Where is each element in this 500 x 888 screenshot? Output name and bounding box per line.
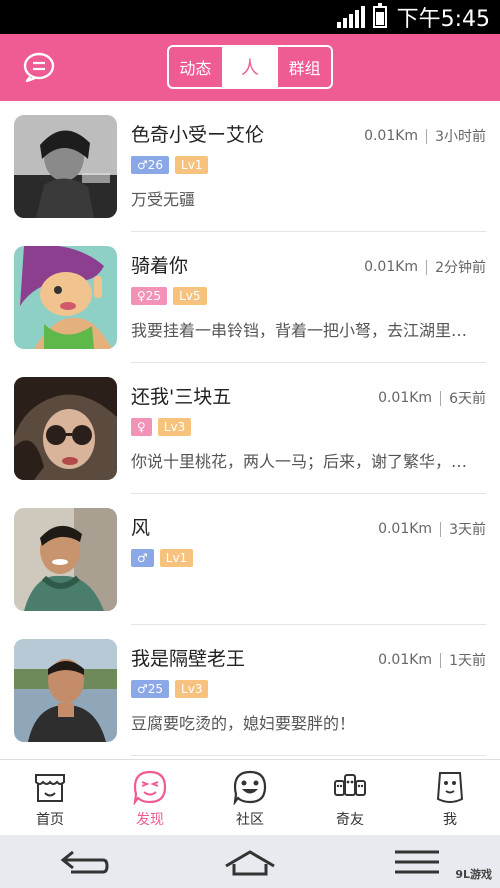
distance-time: 0.01Km 3小时前 <box>364 126 486 146</box>
last-active: 3小时前 <box>435 129 486 145</box>
distance: 0.01Km <box>364 259 419 275</box>
level-badge: Lv3 <box>157 418 192 436</box>
user-badges: ♂ Lv1 <box>131 549 194 567</box>
community-face-icon <box>233 770 267 805</box>
clock: 下午5:45 <box>396 7 490 32</box>
level-badge: Lv3 <box>175 680 209 698</box>
segment-people[interactable]: 人 <box>221 47 277 87</box>
user-badges: ♀ 25 Lv5 <box>131 287 207 305</box>
segment-feed[interactable]: 动态 <box>169 47 222 87</box>
discover-face-icon <box>133 770 167 805</box>
tab-me[interactable]: 我 <box>400 760 500 835</box>
separator <box>440 521 442 537</box>
list-item[interactable]: 风 0.01Km 3天前 ♂ Lv1 <box>0 494 500 625</box>
distance-time: 0.01Km 1天前 <box>378 650 486 670</box>
distance-time: 0.01Km 6天前 <box>378 388 486 408</box>
home-icon[interactable] <box>222 846 278 878</box>
top-header: 动态 人 群组 <box>0 34 500 101</box>
chat-bubble-icon[interactable] <box>22 52 56 82</box>
segment-control: 动态 人 群组 <box>167 45 333 89</box>
user-signature: 你说十里桃花，两人一马；后来，谢了繁华，… <box>131 452 468 471</box>
gender-age-badge: ♀ <box>131 418 152 436</box>
tab-label: 奇友 <box>336 812 364 828</box>
user-signature: 我要挂着一串铃铛，背着一把小弩，去江湖里… <box>131 321 468 340</box>
avatar[interactable] <box>14 246 117 349</box>
list-item[interactable]: 骑着你 0.01Km 2分钟前 ♀ 25 Lv5 我要挂着一串铃铛，背着一把小弩，… <box>0 232 500 363</box>
separator <box>426 128 428 144</box>
system-nav-bar: 9L游戏 <box>0 835 500 888</box>
last-active: 3天前 <box>449 522 486 538</box>
gender-age-badge: ♂ 25 <box>131 680 170 698</box>
last-active: 1天前 <box>449 653 486 669</box>
last-active: 2分钟前 <box>435 260 486 276</box>
distance: 0.01Km <box>378 652 433 668</box>
tab-friends[interactable]: 奇友 <box>300 760 400 835</box>
separator <box>440 390 442 406</box>
gender-icon: ♂ <box>137 551 148 565</box>
battery-icon <box>372 3 387 28</box>
user-signature: 万受无疆 <box>131 190 196 209</box>
user-name: 色奇小受ー艾伦 <box>131 124 265 146</box>
distance: 0.01Km <box>364 128 419 144</box>
back-icon[interactable] <box>55 846 111 878</box>
list-item[interactable]: 我是隔壁老王 0.01Km 1天前 ♂ 25 Lv3 豆腐要吃烫的，媳妇要娶胖的！ <box>0 625 500 756</box>
gender-icon: ♀ <box>137 289 146 303</box>
tab-community[interactable]: 社区 <box>200 760 300 835</box>
shop-icon <box>35 774 65 802</box>
watermark: 9L游戏 <box>455 868 492 881</box>
user-name: 还我'三块五 <box>131 386 232 408</box>
avatar[interactable] <box>14 639 117 742</box>
user-name: 我是隔壁老王 <box>131 648 246 670</box>
bottom-tab-bar: 首页 发现 社区 奇友 我 <box>0 759 500 835</box>
avatar[interactable] <box>14 508 117 611</box>
separator <box>440 652 442 668</box>
tab-label: 社区 <box>236 812 264 828</box>
age: 25 <box>145 289 162 303</box>
tab-label: 发现 <box>136 812 164 828</box>
tab-label: 我 <box>443 812 457 828</box>
separator <box>426 259 428 275</box>
avatar[interactable] <box>14 115 117 218</box>
level-badge: Lv1 <box>175 156 209 174</box>
level-badge: Lv5 <box>173 287 207 305</box>
tab-home[interactable]: 首页 <box>0 760 100 835</box>
people-list: 色奇小受ー艾伦 0.01Km 3小时前 ♂ 26 Lv1 万受无疆 骑着你 0.… <box>0 101 500 759</box>
gender-icon: ♂ <box>137 158 148 172</box>
tab-label: 首页 <box>36 812 64 828</box>
distance: 0.01Km <box>378 390 433 406</box>
user-signature: 豆腐要吃烫的，媳妇要娶胖的！ <box>131 714 356 733</box>
tab-discover[interactable]: 发现 <box>100 760 200 835</box>
segment-groups[interactable]: 群组 <box>276 47 331 87</box>
list-item[interactable]: 色奇小受ー艾伦 0.01Km 3小时前 ♂ 26 Lv1 万受无疆 <box>0 101 500 232</box>
friends-icon <box>334 774 366 796</box>
age: 26 <box>147 158 164 172</box>
user-name: 风 <box>131 517 151 539</box>
user-badges: ♂ 26 Lv1 <box>131 156 209 174</box>
age: 25 <box>147 682 164 696</box>
divider <box>131 755 486 756</box>
status-bar: 下午5:45 <box>0 0 500 34</box>
user-badges: ♂ 25 Lv3 <box>131 680 209 698</box>
gender-icon: ♀ <box>137 420 146 434</box>
user-badges: ♀ Lv3 <box>131 418 192 436</box>
me-face-icon <box>436 772 464 803</box>
signal-icon <box>336 6 365 28</box>
distance-time: 0.01Km 3天前 <box>378 519 486 539</box>
menu-icon[interactable] <box>389 846 445 878</box>
gender-age-badge: ♂ 26 <box>131 156 170 174</box>
gender-icon: ♂ <box>137 682 148 696</box>
gender-age-badge: ♀ 25 <box>131 287 168 305</box>
level-badge: Lv1 <box>159 549 194 567</box>
avatar[interactable] <box>14 377 117 480</box>
last-active: 6天前 <box>449 391 486 407</box>
gender-age-badge: ♂ <box>131 549 154 567</box>
distance-time: 0.01Km 2分钟前 <box>364 257 486 277</box>
list-item[interactable]: 还我'三块五 0.01Km 6天前 ♀ Lv3 你说十里桃花，两人一马；后来，谢… <box>0 363 500 494</box>
user-name: 骑着你 <box>131 255 189 277</box>
distance: 0.01Km <box>378 521 433 537</box>
